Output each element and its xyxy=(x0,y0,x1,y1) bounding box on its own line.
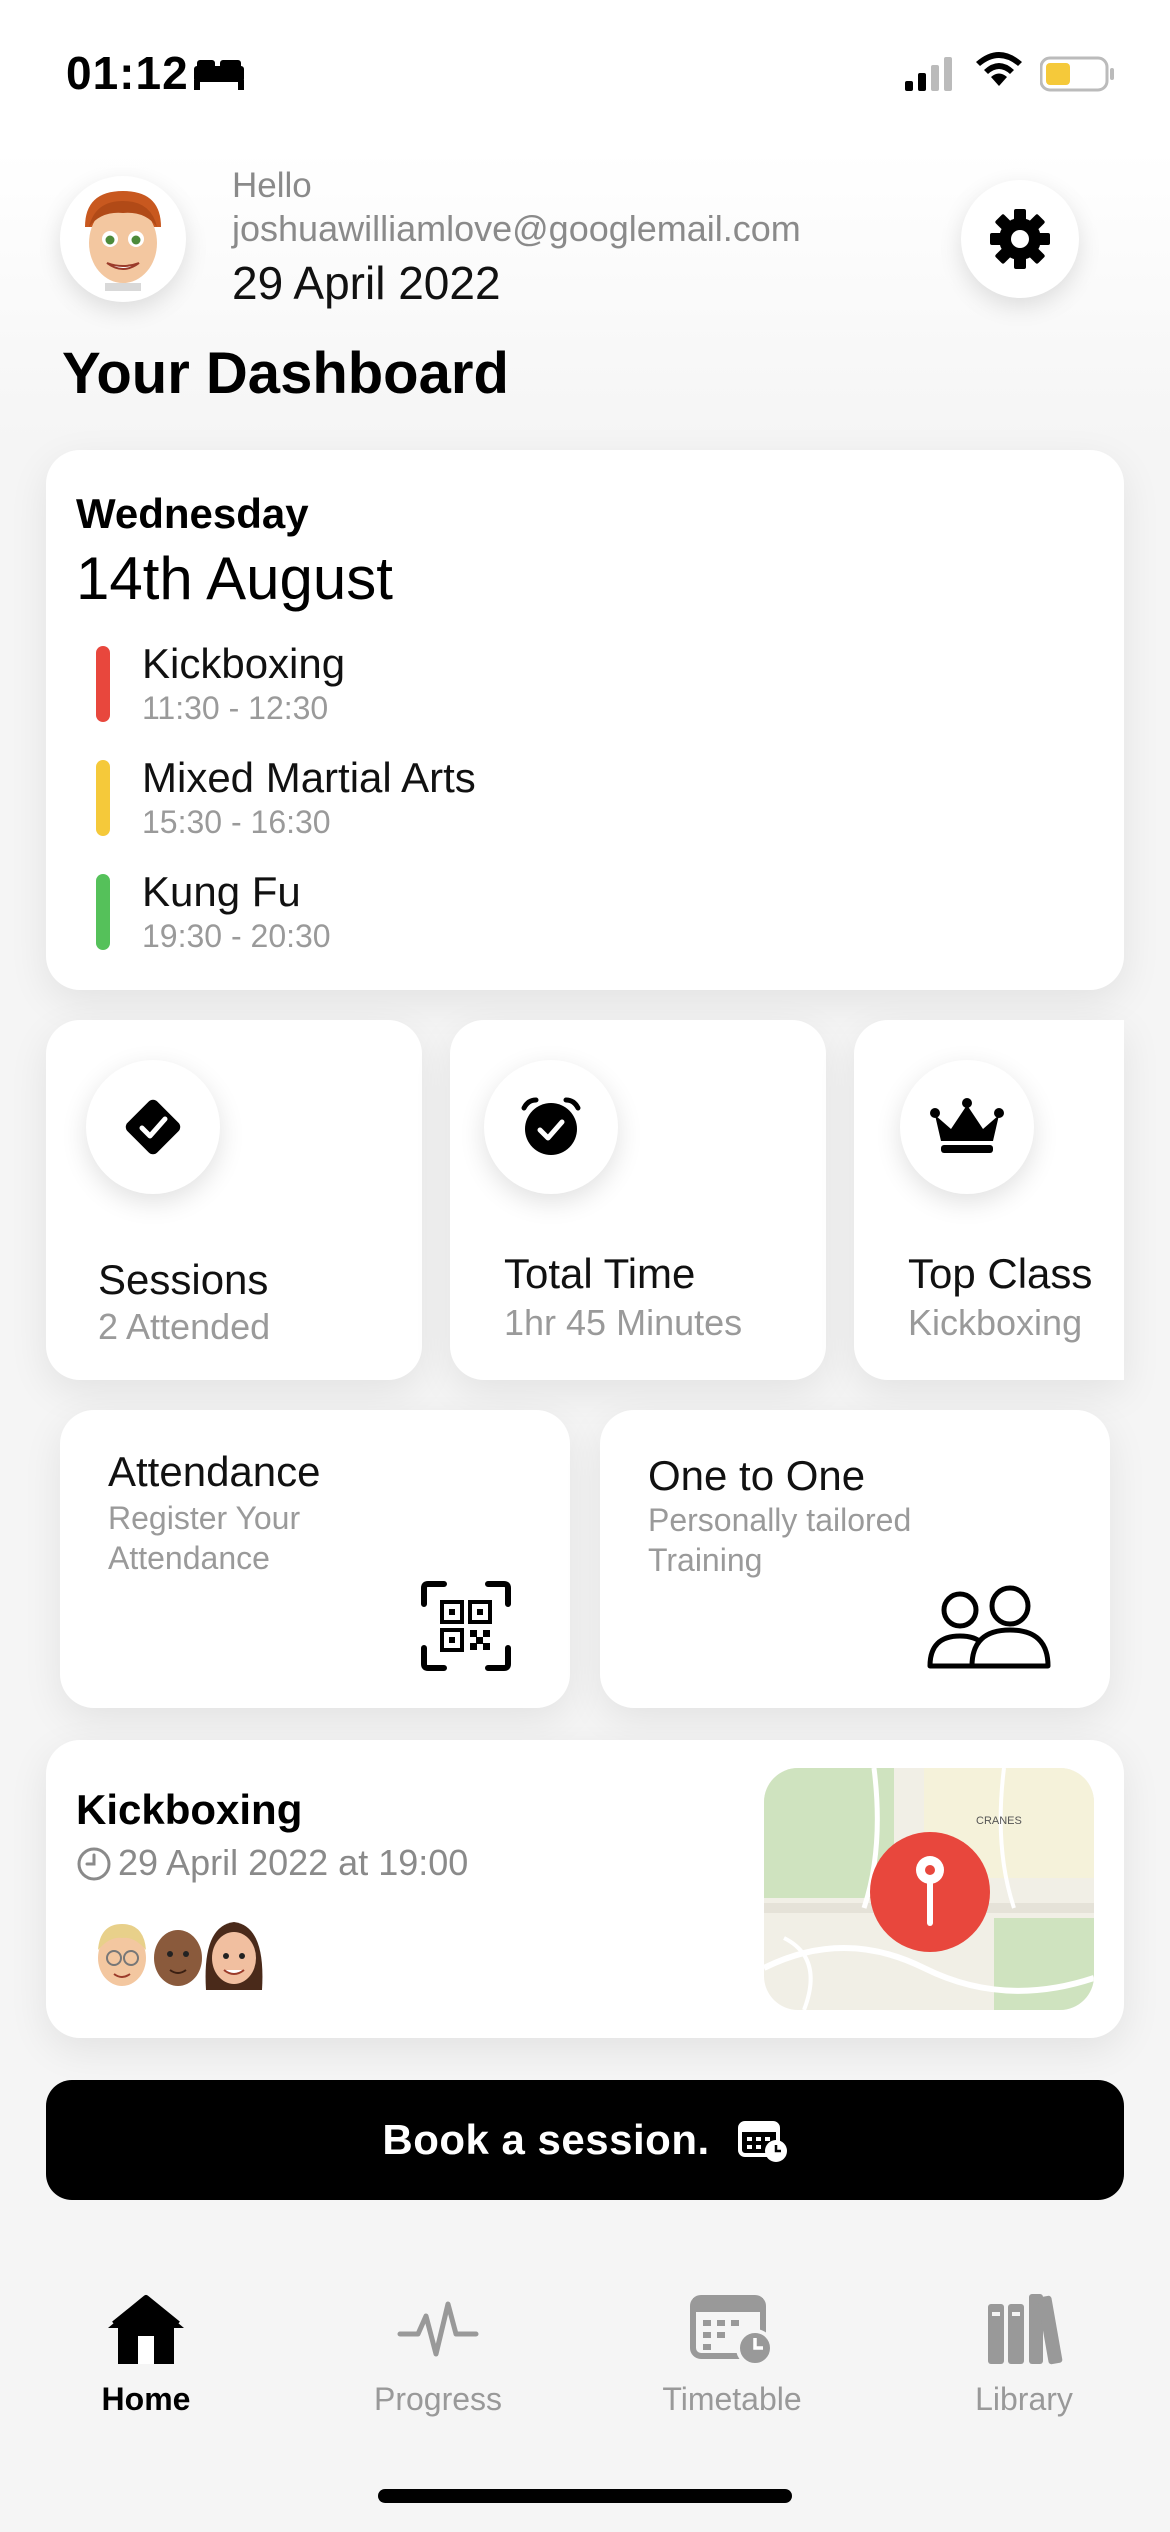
schedule-day: Wednesday xyxy=(76,490,309,537)
top-class-icon-wrap xyxy=(900,1060,1034,1194)
tab-library[interactable]: Library xyxy=(914,2290,1134,2418)
avatar xyxy=(85,191,161,291)
books-icon xyxy=(988,2294,1063,2365)
attendee-avatars xyxy=(92,1922,266,1990)
class-color-bar xyxy=(96,874,110,950)
stat-value: 1hr 45 Minutes xyxy=(504,1302,743,1343)
current-date: 29 April 2022 xyxy=(232,257,501,309)
people-icon xyxy=(927,1585,1051,1669)
clock-icon xyxy=(77,1847,111,1881)
class-color-bar xyxy=(96,760,110,836)
wifi-icon xyxy=(976,52,1022,86)
gear-icon xyxy=(990,209,1050,269)
book-session-label: Book a session. xyxy=(382,2116,710,2163)
home-icon xyxy=(108,2295,184,2364)
tab-label: Home xyxy=(101,2381,191,2417)
total-time-icon-wrap xyxy=(484,1060,618,1194)
status-time: 01:12 xyxy=(66,47,189,99)
qr-code-icon xyxy=(421,1581,511,1671)
greeting: Hello xyxy=(232,166,312,205)
tab-label: Progress xyxy=(373,2381,503,2417)
tab-label: Library xyxy=(975,2381,1073,2417)
tab-home[interactable]: Home xyxy=(36,2290,256,2418)
stat-value: Kickboxing xyxy=(908,1302,1083,1343)
settings-button[interactable] xyxy=(961,180,1079,298)
calendar-clock-icon xyxy=(737,2121,787,2162)
home-indicator xyxy=(378,2489,792,2503)
event-title: Kickboxing xyxy=(76,1786,303,1833)
map-label: CRANES xyxy=(976,1815,1022,1827)
user-email: joshuawilliamlove@googlemail.com xyxy=(232,208,801,249)
action-title: Attendance xyxy=(108,1448,321,1495)
check-diamond-icon xyxy=(125,1099,181,1155)
tab-label: Timetable xyxy=(662,2381,802,2417)
class-time: 15:30 - 16:30 xyxy=(142,804,331,840)
map-pin xyxy=(870,1832,990,1952)
heartbeat-icon xyxy=(397,2301,479,2357)
schedule-date: 14th August xyxy=(76,545,393,612)
stat-title: Top Class xyxy=(908,1250,1093,1297)
stat-title: Sessions xyxy=(98,1256,269,1303)
action-subtitle: Register Your Attendance xyxy=(108,1500,301,1576)
class-color-bar xyxy=(96,646,110,722)
class-name: Mixed Martial Arts xyxy=(142,754,476,801)
profile-avatar-button[interactable] xyxy=(60,176,186,302)
class-name: Kung Fu xyxy=(142,868,301,915)
stat-title: Total Time xyxy=(504,1250,696,1297)
class-name: Kickboxing xyxy=(142,640,346,687)
signal-icon xyxy=(905,57,952,91)
event-time: 29 April 2022 at 19:00 xyxy=(118,1842,469,1883)
tab-timetable[interactable]: Timetable xyxy=(622,2290,842,2418)
pin-icon xyxy=(916,1856,944,1926)
page-title: Your Dashboard xyxy=(62,341,509,406)
class-time: 11:30 - 12:30 xyxy=(142,690,329,726)
calendar-icon xyxy=(690,2295,774,2367)
action-title: One to One xyxy=(648,1452,866,1499)
tab-progress[interactable]: Progress xyxy=(328,2290,548,2418)
bed-icon xyxy=(194,60,244,90)
book-session-button[interactable]: Book a session. xyxy=(46,2080,1124,2200)
battery-icon xyxy=(1040,56,1114,92)
sessions-icon-wrap xyxy=(86,1060,220,1194)
alarm-check-icon xyxy=(521,1097,581,1155)
class-time: 19:30 - 20:30 xyxy=(142,918,331,954)
stat-value: 2 Attended xyxy=(98,1306,271,1347)
crown-icon xyxy=(930,1098,1004,1153)
action-subtitle: Personally tailored Training xyxy=(648,1502,912,1578)
